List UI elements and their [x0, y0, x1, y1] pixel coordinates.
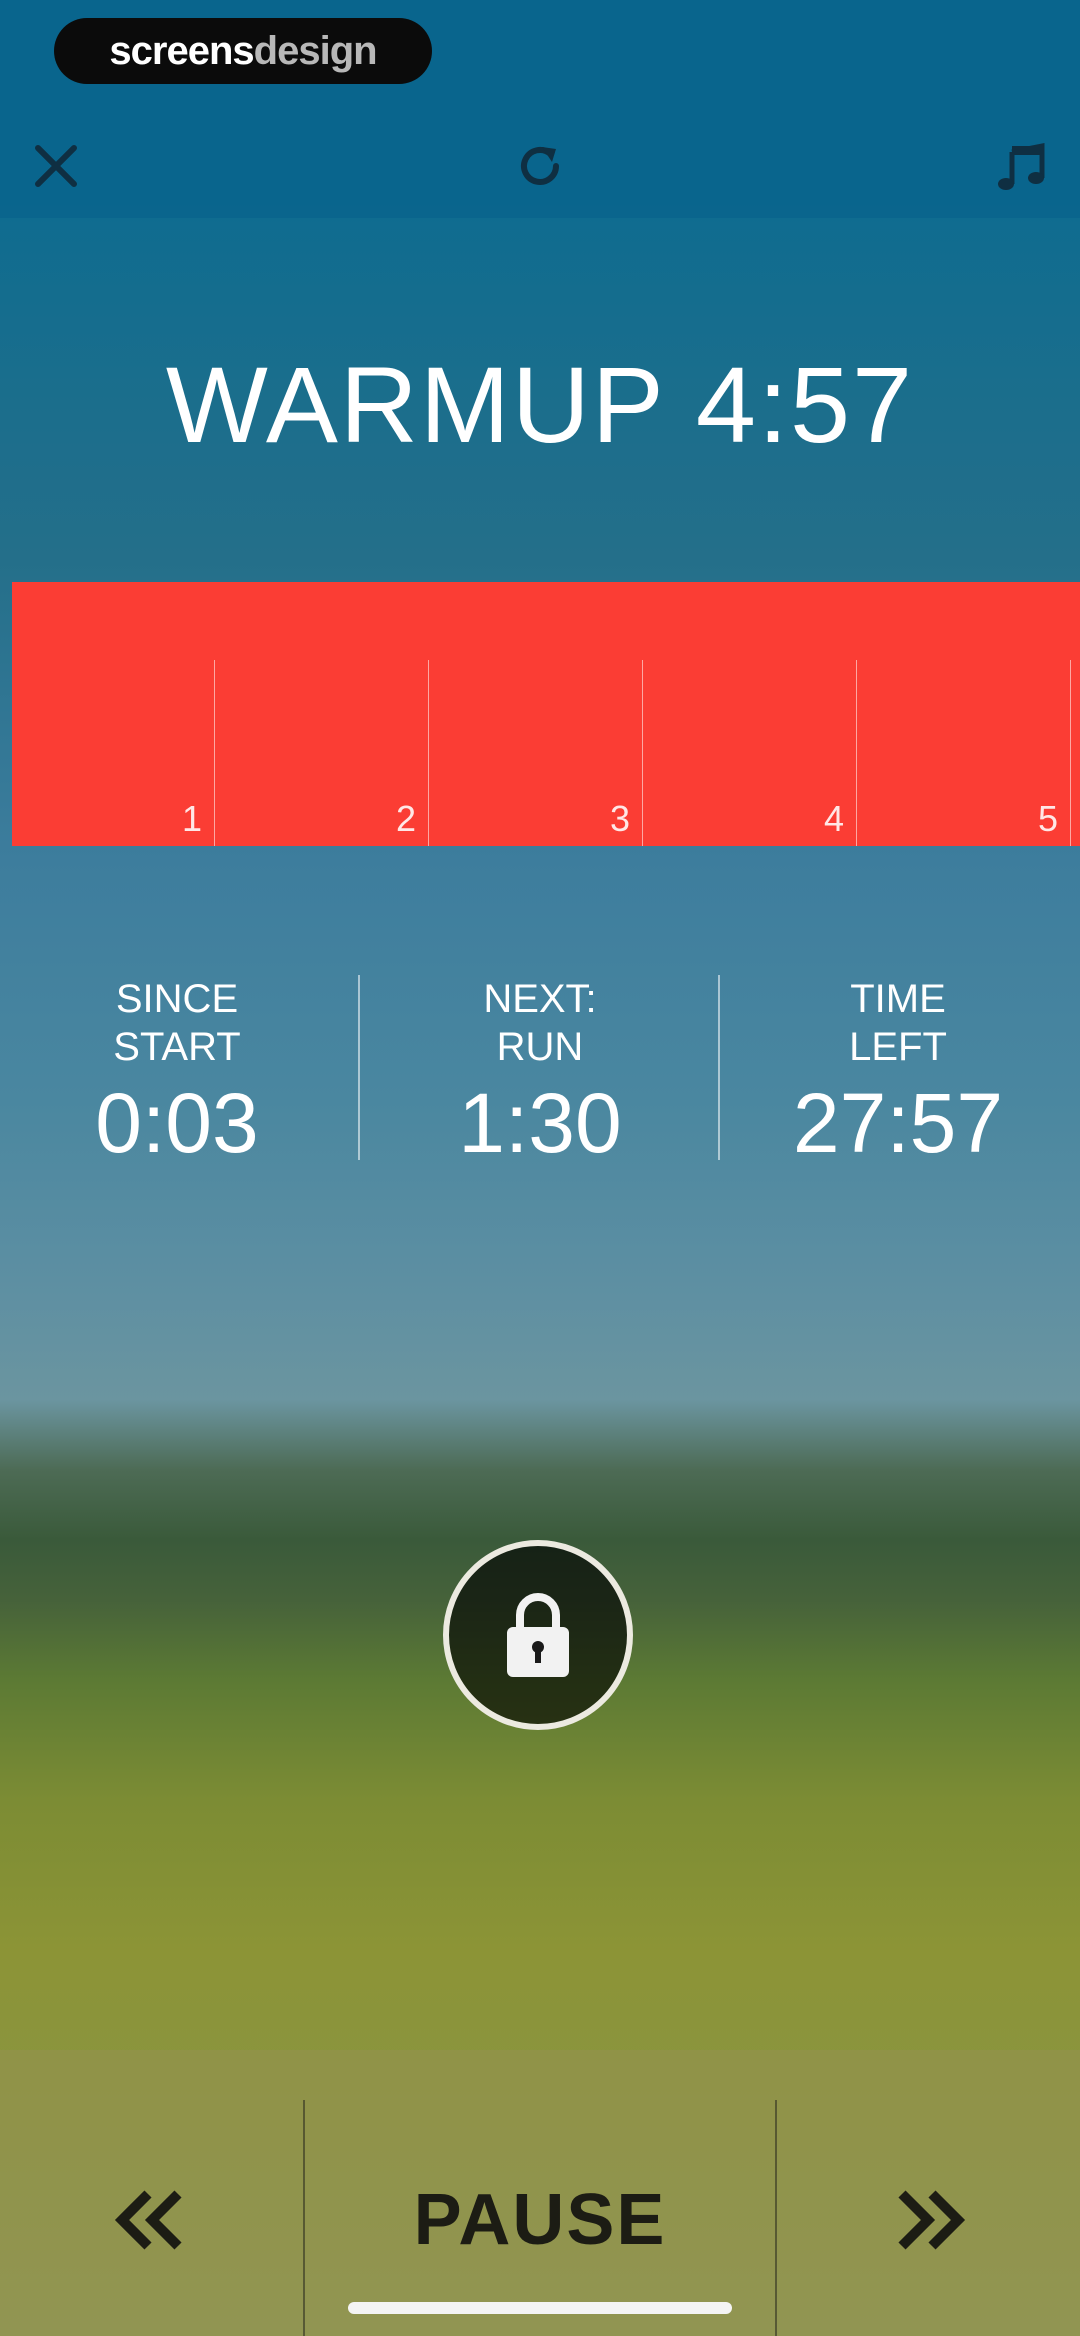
segment-number: 5 [1037, 798, 1058, 839]
double-chevron-left-icon [114, 2190, 182, 2250]
segment-number: 4 [823, 798, 844, 839]
stat-value: 27:57 [792, 1076, 1004, 1170]
stat-since-start: SINCE START 0:03 [27, 975, 327, 1173]
music-icon [998, 142, 1045, 190]
progress-segment: 3 [428, 660, 643, 846]
segment-number: 2 [395, 798, 416, 839]
stat-label: TIME LEFT [849, 977, 947, 1069]
restart-icon [521, 147, 559, 185]
control-divider [775, 2100, 777, 2336]
lock-button[interactable] [443, 1540, 633, 1730]
lock-icon [507, 1593, 569, 1677]
stat-divider [718, 975, 720, 1160]
bottom-controls: PAUSE [0, 2050, 1080, 2336]
segment-number: 1 [181, 798, 202, 839]
workout-progress-bar: 1 2 3 4 5 [12, 582, 1080, 846]
progress-segment: 2 [214, 660, 429, 846]
stat-label: NEXT: RUN [483, 977, 597, 1069]
stat-value: 0:03 [95, 1076, 259, 1170]
restart-button[interactable] [504, 130, 576, 202]
progress-segment: 1 [12, 660, 215, 846]
stat-next: NEXT: RUN 1:30 [390, 975, 690, 1173]
music-button[interactable] [986, 130, 1058, 202]
progress-segment: 5 [856, 660, 1071, 846]
pause-button[interactable]: PAUSE [304, 2150, 776, 2290]
close-button[interactable] [20, 130, 92, 202]
previous-interval-button[interactable] [90, 2170, 210, 2270]
close-icon [35, 145, 77, 187]
stat-value: 1:30 [458, 1076, 622, 1170]
double-chevron-right-icon [898, 2190, 966, 2250]
screensdesign-watermark: screens design [54, 18, 432, 84]
progress-segment: 4 [642, 660, 857, 846]
next-interval-button[interactable] [870, 2170, 990, 2270]
watermark-strong: screens [109, 28, 254, 73]
interval-title: WARMUP 4:57 [165, 344, 915, 465]
stat-time-left: TIME LEFT 27:57 [748, 975, 1048, 1173]
stat-label: SINCE START [113, 977, 241, 1069]
stat-divider [358, 975, 360, 1160]
segment-number: 3 [609, 798, 630, 839]
home-indicator[interactable] [348, 2302, 732, 2314]
workout-stats: SINCE START 0:03 NEXT: RUN 1:30 TIME LEF… [0, 975, 1080, 1170]
watermark-soft: design [253, 28, 378, 73]
